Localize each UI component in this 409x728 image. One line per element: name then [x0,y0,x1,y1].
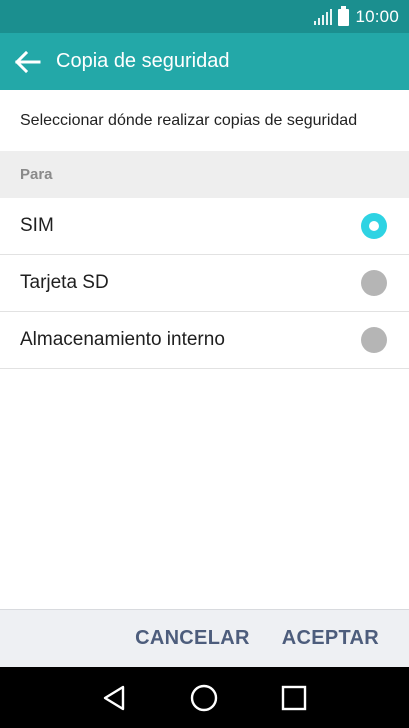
button-bar: CANCELAR ACEPTAR [0,609,409,667]
back-triangle-icon [103,685,125,710]
home-circle-icon [191,684,218,711]
signal-icon [314,9,333,25]
app-bar: Copia de seguridad [0,33,409,90]
section-header: Para [0,151,409,198]
clock: 10:00 [355,7,399,26]
radio-selected-icon[interactable] [361,213,387,239]
status-bar: 10:00 [0,0,409,33]
option-label: SIM [20,215,54,236]
recents-square-icon [281,685,307,710]
backup-location-list: SIM Tarjeta SD Almacenamiento interno [0,198,409,369]
description-text: Seleccionar dónde realizar copias de seg… [20,111,358,129]
status-icons: 10:00 [314,5,399,28]
battery-icon [338,5,350,26]
radio-unselected-icon[interactable] [361,327,387,353]
page-title: Copia de seguridad [56,50,230,72]
option-sd-card[interactable]: Tarjeta SD [0,255,409,312]
navigation-bar [0,667,409,728]
option-label: Almacenamiento interno [20,329,225,350]
nav-back-button[interactable] [97,680,133,716]
option-internal-storage[interactable]: Almacenamiento interno [0,312,409,369]
arrow-left-icon [15,50,41,73]
nav-home-button[interactable] [186,680,222,716]
radio-unselected-icon[interactable] [361,270,387,296]
accept-button[interactable]: ACEPTAR [282,627,379,650]
cancel-button[interactable]: CANCELAR [135,627,250,650]
nav-recents-button[interactable] [276,680,312,716]
back-button[interactable] [0,33,56,90]
option-label: Tarjeta SD [20,272,109,293]
option-sim[interactable]: SIM [0,198,409,255]
